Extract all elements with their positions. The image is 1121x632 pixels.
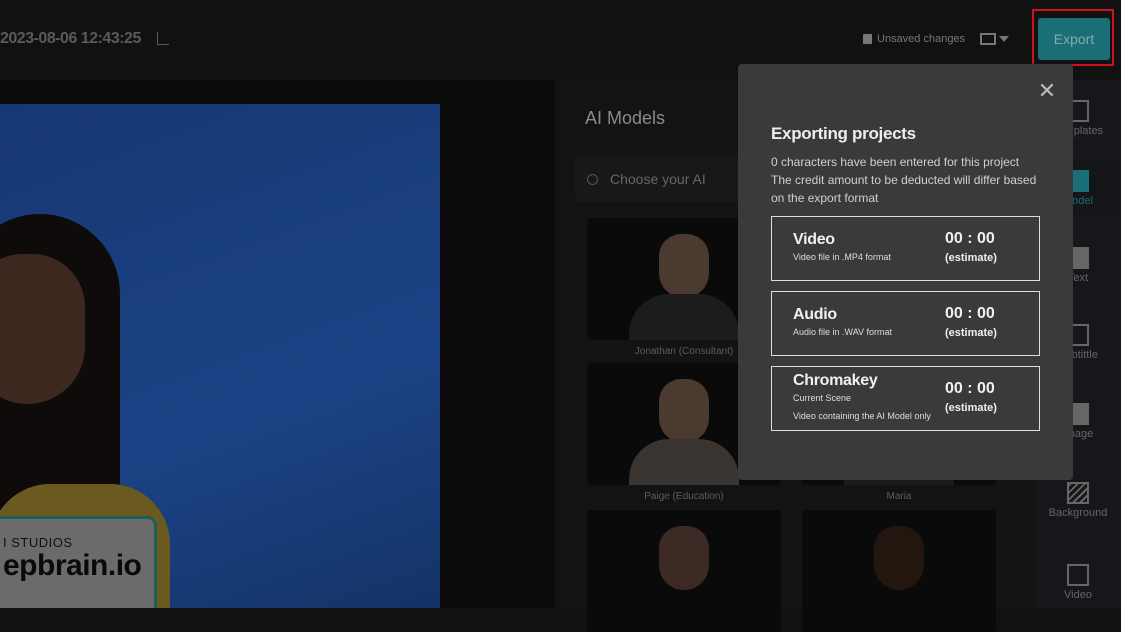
export-button[interactable]: Export bbox=[1038, 18, 1110, 60]
model-card[interactable] bbox=[802, 510, 996, 632]
sidebar-item-video[interactable]: Video bbox=[1035, 564, 1121, 601]
sidebar-item-background[interactable]: Background bbox=[1035, 482, 1121, 519]
save-status: Unsaved changes bbox=[863, 33, 965, 45]
edit-icon[interactable] bbox=[157, 32, 169, 45]
caret-down-icon bbox=[999, 36, 1009, 42]
project-title: 2023-08-06 12:43:25 bbox=[0, 30, 141, 47]
unsaved-label: Unsaved changes bbox=[877, 33, 966, 45]
model-label: Maria bbox=[886, 491, 912, 502]
model-face bbox=[0, 254, 85, 404]
search-icon bbox=[587, 173, 598, 185]
model-card[interactable] bbox=[587, 510, 781, 632]
scene-canvas[interactable]: I STUDIOS epbrain.io bbox=[0, 104, 440, 608]
layout-dropdown[interactable] bbox=[980, 33, 1009, 45]
caption-big: epbrain.io bbox=[3, 549, 142, 582]
background-icon bbox=[1067, 482, 1089, 504]
model-label: Paige (Education) bbox=[644, 491, 724, 502]
modal-title: Exporting projects bbox=[771, 124, 916, 143]
caption-small: I STUDIOS bbox=[3, 535, 73, 550]
export-modal: ✕ Exporting projects 0 characters have b… bbox=[738, 64, 1073, 480]
caption-box[interactable]: I STUDIOS epbrain.io bbox=[0, 516, 157, 608]
modal-description: 0 characters have been entered for this … bbox=[771, 155, 1037, 205]
export-option-audio[interactable]: Audio Audio file in .WAV format 00 : 00 … bbox=[771, 291, 1040, 356]
video-icon bbox=[1067, 564, 1089, 586]
save-icon bbox=[863, 34, 872, 44]
export-option-chromakey[interactable]: Chromakey Current Scene Video containing… bbox=[771, 366, 1040, 431]
screen-icon bbox=[980, 33, 996, 45]
panel-title: AI Models bbox=[585, 108, 666, 128]
export-option-video[interactable]: Video Video file in .MP4 format 00 : 00 … bbox=[771, 216, 1040, 281]
close-icon[interactable]: ✕ bbox=[1037, 80, 1057, 102]
